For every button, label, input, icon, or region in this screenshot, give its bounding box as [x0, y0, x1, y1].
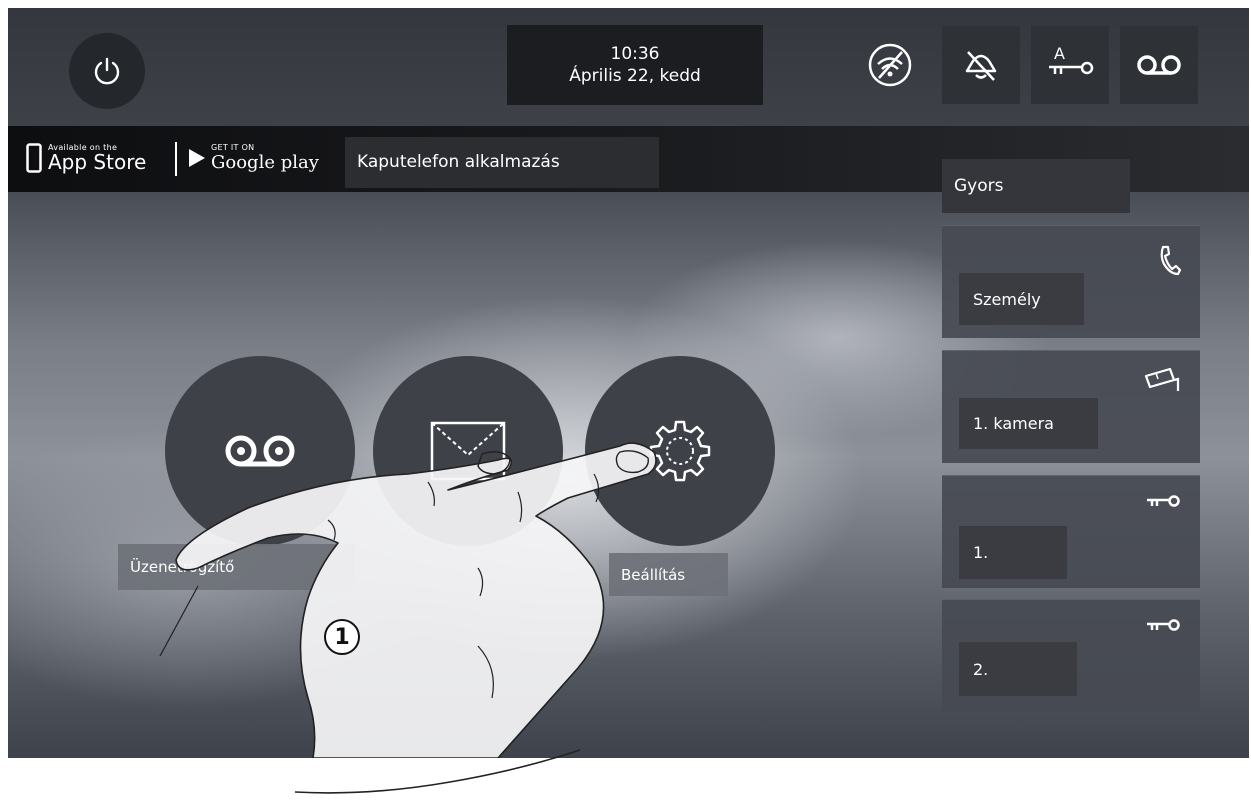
- hand-wrist-outline: [290, 742, 610, 799]
- pointing-hand-illustration: [159, 442, 657, 758]
- step-marker: 1: [324, 619, 360, 655]
- intercom-screen: 10:36 Április 22, kedd A Available on th…: [8, 8, 1249, 758]
